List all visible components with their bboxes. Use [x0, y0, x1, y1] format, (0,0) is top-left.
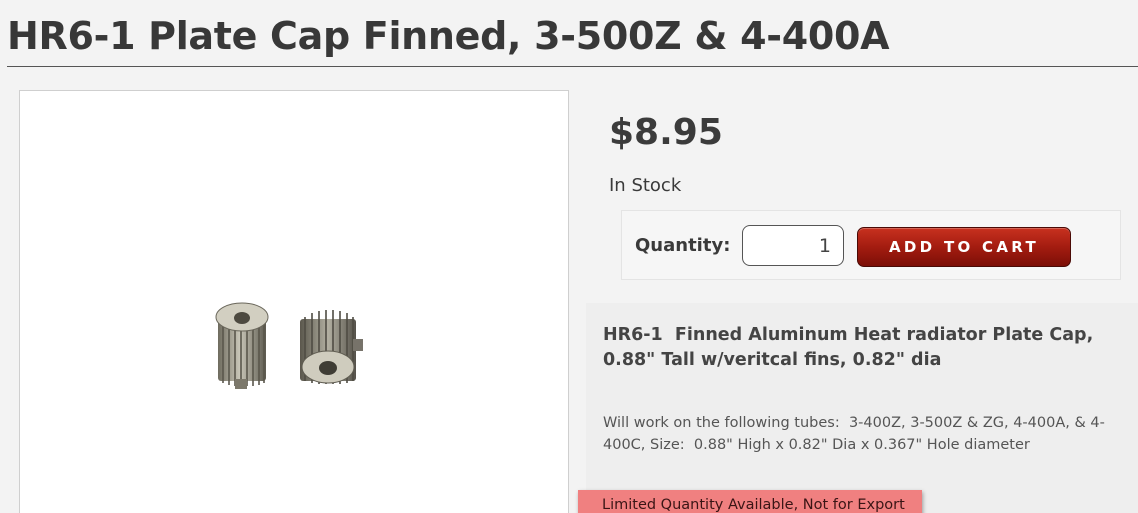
description-body: Will work on the following tubes: 3-400Z… — [603, 415, 1105, 453]
add-to-cart-button[interactable]: ADD TO CART — [857, 227, 1071, 267]
product-price: $8.95 — [609, 112, 723, 153]
left-cap-shape — [215, 302, 269, 389]
plate-cap-image-icon — [215, 302, 363, 389]
description-heading: HR6-1 Finned Aluminum Heat radiator Plat… — [603, 325, 1100, 370]
limited-quantity-notice: Limited Quantity Available, Not for Expo… — [578, 490, 922, 513]
stock-status: In Stock — [609, 175, 682, 196]
title-divider — [7, 66, 1138, 67]
quantity-label: Quantity: — [635, 235, 731, 256]
quantity-input[interactable] — [742, 225, 844, 266]
product-image[interactable] — [19, 90, 569, 513]
right-cap-shape — [300, 310, 363, 384]
page-title: HR6-1 Plate Cap Finned, 3-500Z & 4-400A — [7, 14, 890, 58]
